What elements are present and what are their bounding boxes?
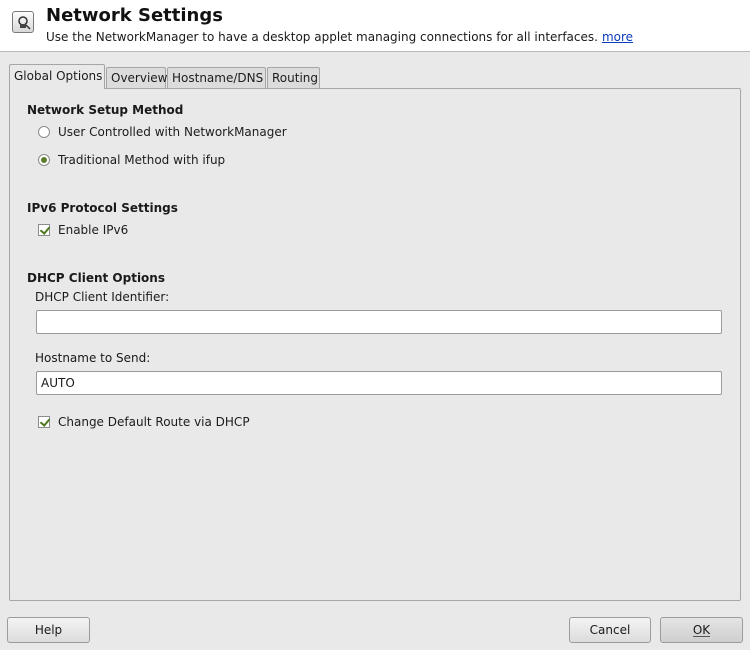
tab-routing[interactable]: Routing (267, 67, 320, 89)
ipv6-heading: IPv6 Protocol Settings (27, 201, 178, 215)
tab-hostname-dns[interactable]: Hostname/DNS (167, 67, 266, 89)
radio-traditional-ifup[interactable]: Traditional Method with ifup (38, 152, 225, 168)
subtitle-text: Use the NetworkManager to have a desktop… (46, 30, 598, 44)
ok-button[interactable]: OK (660, 617, 743, 643)
network-settings-icon (12, 11, 34, 33)
radio-user-controlled[interactable]: User Controlled with NetworkManager (38, 124, 287, 140)
ok-button-label: OK (692, 622, 711, 637)
dhcp-heading: DHCP Client Options (27, 271, 165, 285)
hostname-to-send-field[interactable] (36, 371, 722, 395)
radio-label: User Controlled with NetworkManager (58, 125, 287, 139)
hostname-to-send-label: Hostname to Send: (35, 351, 151, 365)
dialog-header: Network Settings Use the NetworkManager … (0, 0, 750, 52)
radio-indicator[interactable] (38, 126, 50, 138)
cancel-button[interactable]: Cancel (569, 617, 651, 643)
tab-overview[interactable]: Overview (106, 67, 168, 89)
checkbox-label: Change Default Route via DHCP (58, 415, 250, 429)
dhcp-identifier-field[interactable] (36, 310, 722, 334)
tab-global-options[interactable]: Global Options (9, 64, 105, 89)
global-options-panel: Network Setup Method User Controlled wit… (9, 88, 741, 601)
radio-indicator[interactable] (38, 154, 50, 166)
change-default-route-checkbox[interactable]: Change Default Route via DHCP (38, 414, 250, 430)
checkbox-indicator[interactable] (38, 416, 50, 428)
enable-ipv6-checkbox[interactable]: Enable IPv6 (38, 222, 128, 238)
network-setup-method-heading: Network Setup Method (27, 103, 184, 117)
checkbox-label: Enable IPv6 (58, 223, 129, 237)
checkbox-indicator[interactable] (38, 224, 50, 236)
help-button[interactable]: Help (7, 617, 90, 643)
page-subtitle: Use the NetworkManager to have a desktop… (46, 30, 633, 44)
page-title: Network Settings (46, 5, 223, 26)
radio-label: Traditional Method with ifup (58, 153, 226, 167)
dhcp-identifier-label: DHCP Client Identifier: (35, 290, 170, 304)
more-link[interactable]: more (602, 30, 633, 44)
